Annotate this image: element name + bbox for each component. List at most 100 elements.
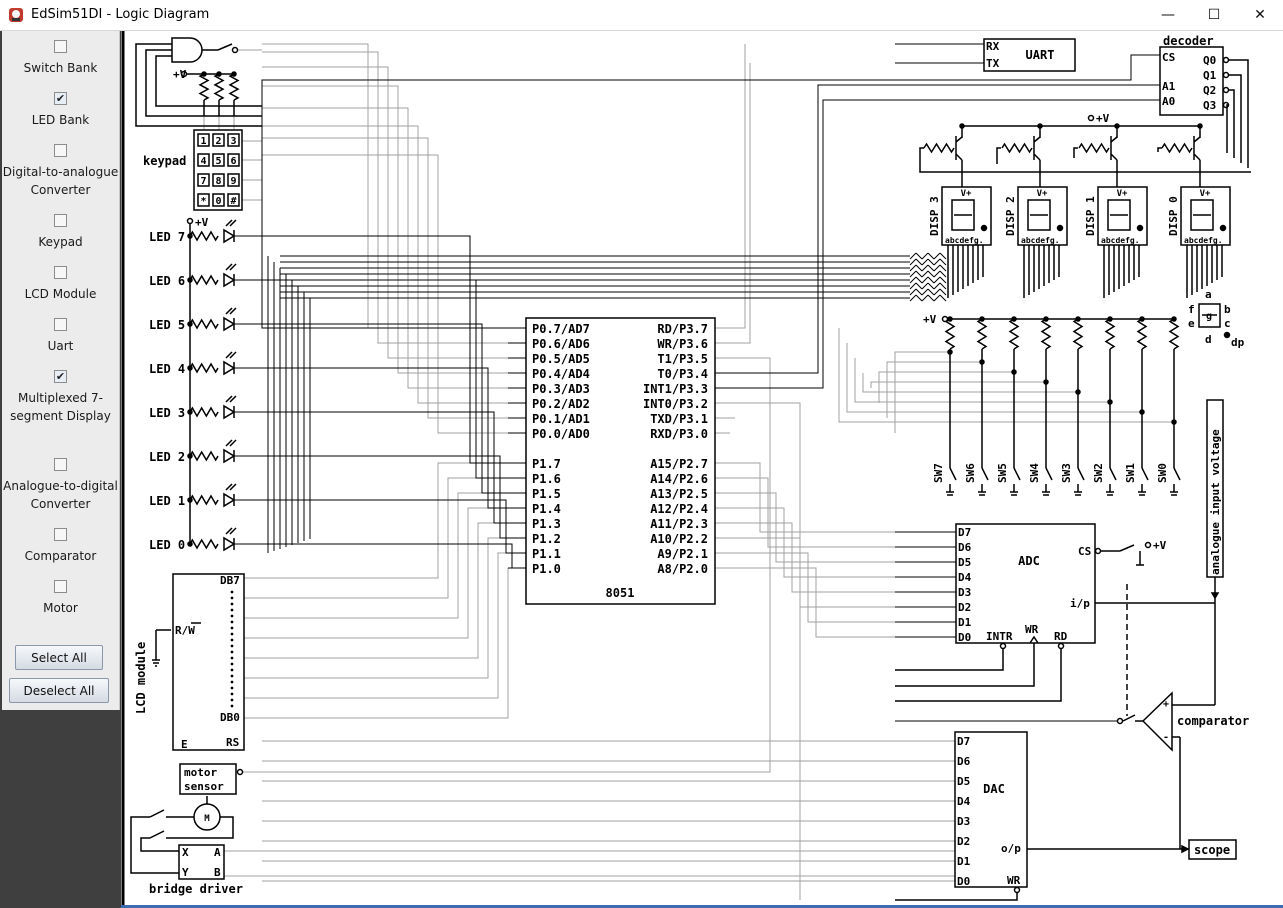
- pin-circle: [231, 46, 239, 54]
- option-led-bank[interactable]: ✔ LED Bank: [2, 92, 119, 129]
- option-motor[interactable]: Motor: [2, 580, 119, 617]
- checkbox[interactable]: ✔: [54, 370, 67, 383]
- option-label: Digital-to-analogue Converter: [2, 165, 119, 197]
- keypad-key-label: #: [230, 196, 236, 207]
- pin-circle: [1116, 717, 1124, 725]
- checkbox[interactable]: [54, 144, 67, 157]
- option-label: LCD Module: [24, 287, 97, 301]
- mcu-pin-label: P1.0: [532, 562, 561, 576]
- mcu-pin-label: T0/P3.4: [657, 367, 708, 381]
- uart-label: UART: [1026, 48, 1055, 62]
- switch-label: SW2: [1092, 463, 1105, 483]
- dot-leader: [230, 650, 234, 654]
- dot-leader: [230, 686, 234, 690]
- checkbox[interactable]: [54, 580, 67, 593]
- checkbox[interactable]: [54, 458, 67, 471]
- checkbox[interactable]: [54, 528, 67, 541]
- dot-leader: [230, 674, 234, 678]
- option-keypad[interactable]: Keypad: [2, 214, 119, 251]
- adc-pin: RD: [1054, 630, 1068, 643]
- scope-label: scope: [1194, 843, 1230, 857]
- display-label: DISP 0: [1167, 196, 1180, 236]
- uart-pin: RX: [986, 40, 1000, 53]
- keypad-key-label: 8: [215, 176, 221, 187]
- keypad-key-label: 6: [230, 156, 236, 167]
- dot-leader: [230, 632, 234, 636]
- dac-pin: D1: [957, 855, 971, 868]
- dot-leader: [230, 668, 234, 672]
- option-7seg-display[interactable]: ✔ Multiplexed 7-segment Display: [2, 370, 119, 425]
- dot-leader: [230, 620, 234, 624]
- mcu-pin-label: P1.5: [532, 487, 561, 501]
- mcu-pin-label: P1.1: [532, 547, 561, 561]
- pin-circle: [186, 217, 194, 225]
- junction-dot: [1043, 379, 1049, 385]
- mcu-pin-label: P0.0/AD0: [532, 427, 590, 441]
- dot-leader: [230, 638, 234, 642]
- pin-circle: [1222, 86, 1230, 94]
- switch-label: SW0: [1156, 463, 1169, 483]
- option-comparator[interactable]: Comparator: [2, 528, 119, 565]
- dac-pin: D2: [957, 835, 970, 848]
- pin-circle: [1094, 547, 1102, 555]
- mcu-pin-label: T1/P3.5: [657, 352, 708, 366]
- option-label: Comparator: [24, 549, 97, 563]
- junction-dot: [979, 359, 985, 365]
- junction-dot: [947, 349, 953, 355]
- dac-pin: D6: [957, 755, 971, 768]
- mcu-pin-label: A12/P2.4: [650, 502, 708, 516]
- minimize-icon[interactable]: —: [1145, 0, 1191, 30]
- title-bar: EdSim51DI - Logic Diagram — ☐ ✕: [0, 0, 1283, 31]
- motor-sensor-label: sensor: [184, 780, 224, 793]
- close-icon[interactable]: ✕: [1237, 0, 1283, 30]
- led-label: LED 0: [149, 538, 185, 552]
- comparator-label: comparator: [1177, 714, 1249, 728]
- comparator-sign: -: [1163, 732, 1169, 743]
- app-icon: [9, 8, 23, 22]
- checkbox[interactable]: ✔: [54, 92, 67, 105]
- motor-sensor-label: motor: [184, 766, 217, 779]
- decoder-out: Q2: [1203, 84, 1216, 97]
- junction-dot: [1171, 419, 1177, 425]
- decimal-point: [980, 224, 988, 232]
- option-uart[interactable]: Uart: [2, 318, 119, 355]
- checkbox[interactable]: [54, 318, 67, 331]
- and-gate: [171, 37, 203, 63]
- maximize-icon[interactable]: ☐: [1191, 0, 1237, 30]
- bridge-label: bridge driver: [149, 882, 243, 896]
- deselect-all-button[interactable]: Deselect All: [9, 678, 109, 703]
- segment-key-label: g: [1206, 311, 1212, 322]
- led-label: LED 6: [149, 274, 185, 288]
- checkbox[interactable]: [54, 40, 67, 53]
- pin-circle: [1144, 541, 1152, 549]
- adc-pin: D3: [958, 586, 971, 599]
- mcu-pin-label: P1.3: [532, 517, 561, 531]
- dot-leader: [230, 644, 234, 648]
- segment-key-label: f: [1188, 303, 1195, 316]
- select-all-button[interactable]: Select All: [15, 645, 103, 670]
- mcu-pin-label: A13/P2.5: [650, 487, 708, 501]
- decoder-pin: CS: [1162, 51, 1175, 64]
- mcu-pin-label: P0.1/AD1: [532, 412, 590, 426]
- pin-circle: [1057, 642, 1065, 650]
- option-adc[interactable]: Analogue-to-digital Converter: [2, 458, 119, 513]
- option-switch-bank[interactable]: Switch Bank: [2, 40, 119, 77]
- option-label: Multiplexed 7-segment Display: [10, 391, 111, 423]
- decoder-out: Q0: [1203, 54, 1216, 67]
- checkbox[interactable]: [54, 266, 67, 279]
- decoder-out: Q3: [1203, 99, 1216, 112]
- option-label: Keypad: [38, 235, 83, 249]
- decoder-pin: A1: [1162, 80, 1176, 93]
- lcd-pin: DB7: [220, 574, 240, 587]
- bridge-pin: X: [182, 846, 189, 859]
- option-lcd-module[interactable]: LCD Module: [2, 266, 119, 303]
- mcu-pin-label: INT0/P3.2: [643, 397, 708, 411]
- dac-pin: D3: [957, 815, 970, 828]
- decoder-pin: A0: [1162, 95, 1175, 108]
- option-dac[interactable]: Digital-to-analogue Converter: [2, 144, 119, 199]
- checkbox[interactable]: [54, 214, 67, 227]
- keypad-key-label: 9: [230, 176, 236, 187]
- keypad-key-label: 0: [215, 196, 221, 207]
- display-label: DISP 2: [1004, 196, 1017, 236]
- vplus-label: +V: [173, 68, 187, 81]
